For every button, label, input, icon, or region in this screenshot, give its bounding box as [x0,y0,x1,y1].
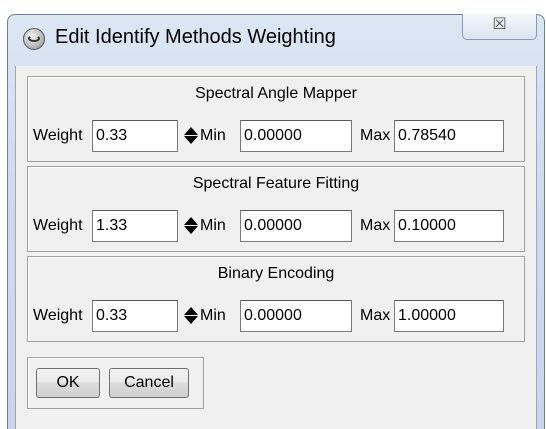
close-button[interactable]: ☒ [462,14,537,40]
max-input[interactable]: 0.10000 [394,210,504,242]
weight-label: Weight [33,127,83,144]
title-bar[interactable]: Edit Identify Methods Weighting ☒ [7,14,545,66]
spin-down-icon[interactable] [184,136,198,144]
group-spectral-feature-fitting: Spectral Feature Fitting Weight 1.33 Min… [27,166,525,252]
spin-up-icon[interactable] [184,127,198,135]
spin-up-icon[interactable] [184,307,198,315]
max-input[interactable]: 1.00000 [394,300,504,332]
weight-spinner[interactable] [184,300,198,332]
weight-input[interactable]: 0.33 [92,300,178,332]
button-group: OK Cancel [27,357,204,409]
spin-down-icon[interactable] [184,316,198,324]
weight-label: Weight [33,307,83,324]
group-title: Binary Encoding [217,265,335,282]
spin-down-icon[interactable] [184,226,198,234]
dialog-client-area: Spectral Angle Mapper Weight 0.33 Min 0.… [15,66,537,429]
min-label: Min [200,307,226,324]
group-title: Spectral Feature Fitting [192,175,360,192]
weight-input[interactable]: 0.33 [92,120,178,152]
cancel-button[interactable]: Cancel [109,368,189,398]
max-label: Max [360,127,391,144]
min-input[interactable]: 0.00000 [240,120,352,152]
dialog-window: Edit Identify Methods Weighting ☒ Spectr… [0,0,546,429]
group-binary-encoding: Binary Encoding Weight 0.33 Min 0.00000 … [27,256,525,342]
weight-spinner[interactable] [184,120,198,152]
ok-button[interactable]: OK [36,368,100,398]
window-title: Edit Identify Methods Weighting [55,26,336,48]
spin-up-icon[interactable] [184,217,198,225]
weight-label: Weight [33,217,83,234]
max-label: Max [360,217,391,234]
weight-spinner[interactable] [184,210,198,242]
min-input[interactable]: 0.00000 [240,210,352,242]
app-globe-icon[interactable] [23,28,45,50]
group-spectral-angle-mapper: Spectral Angle Mapper Weight 0.33 Min 0.… [27,76,525,162]
weight-input[interactable]: 1.33 [92,210,178,242]
min-input[interactable]: 0.00000 [240,300,352,332]
max-input[interactable]: 0.78540 [394,120,504,152]
min-label: Min [200,127,226,144]
group-title: Spectral Angle Mapper [195,85,357,102]
title-strip [0,0,546,14]
close-icon: ☒ [492,16,507,33]
min-label: Min [200,217,226,234]
max-label: Max [360,307,391,324]
